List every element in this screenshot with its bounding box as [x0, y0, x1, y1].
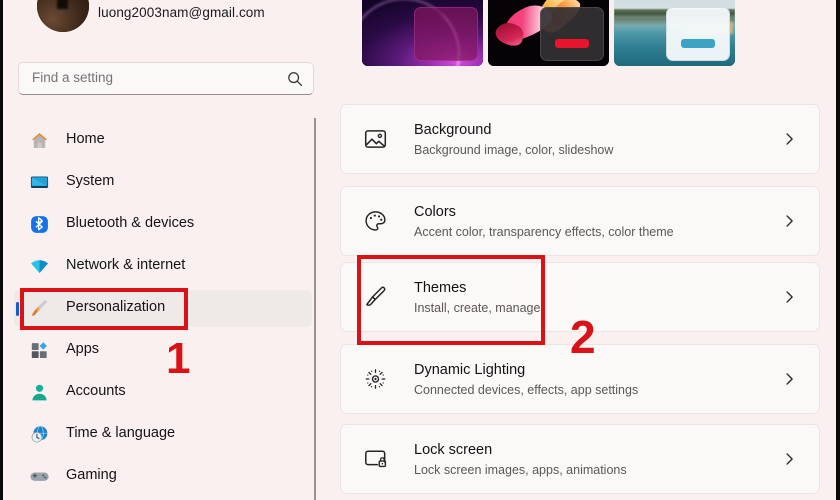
avatar[interactable]: [37, 0, 89, 32]
sidebar-item-label: Network & internet: [66, 257, 186, 273]
sidebar-item-label: Bluetooth & devices: [66, 215, 195, 231]
settings-row-title: Lock screen: [414, 442, 493, 458]
sidebar-item-personalization[interactable]: Personalization: [14, 290, 312, 327]
person-icon: [32, 384, 47, 401]
sidebar-item-bluetooth-devices[interactable]: Bluetooth & devices: [14, 206, 312, 243]
settings-row-subtitle: Accent color, transparency effects, colo…: [414, 225, 674, 239]
settings-row-subtitle: Lock screen images, apps, animations: [414, 463, 627, 477]
settings-row-lock-screen[interactable]: Lock screen Lock screen images, apps, an…: [340, 424, 820, 494]
sidebar-item-time-language[interactable]: Time & language: [14, 416, 312, 453]
paintbrush-icon: [31, 300, 47, 316]
sidebar: luong2003nam@gmail.com Home: [3, 0, 330, 500]
chevron-right-icon[interactable]: [782, 214, 797, 229]
sidebar-item-label: Time & language: [66, 425, 176, 441]
chevron-right-icon[interactable]: [782, 132, 797, 147]
dynamic-lighting-icon: [365, 369, 386, 389]
sidebar-item-system[interactable]: System: [14, 164, 312, 201]
sidebar-item-label: Gaming: [66, 467, 117, 483]
settings-row-background[interactable]: Background Background image, color, slid…: [340, 104, 820, 174]
settings-row-title: Background: [414, 122, 492, 138]
sidebar-item-gaming[interactable]: Gaming: [14, 458, 312, 495]
sidebar-item-apps[interactable]: Apps: [14, 332, 312, 369]
gamepad-icon: [30, 472, 49, 481]
sidebar-item-network-internet[interactable]: Network & internet: [14, 248, 312, 285]
theme-accent-swatch: [681, 39, 715, 48]
wifi-icon: [31, 260, 48, 273]
chevron-right-icon[interactable]: [782, 290, 797, 305]
monitor-icon: [30, 176, 49, 189]
chevron-right-icon[interactable]: [782, 452, 797, 467]
palette-icon: [365, 211, 386, 231]
picture-icon: [364, 130, 387, 148]
settings-row-subtitle: Connected devices, effects, app settings: [414, 383, 639, 397]
paintbrush-icon: [366, 286, 386, 306]
sidebar-item-label: System: [66, 173, 115, 189]
settings-row-themes[interactable]: Themes Install, create, manage: [340, 262, 820, 332]
selection-indicator: [16, 302, 19, 316]
theme-thumbnail-light-lake[interactable]: [614, 0, 735, 66]
clock-globe-icon: [31, 425, 48, 443]
chevron-right-icon[interactable]: [782, 372, 797, 387]
sidebar-scrollbar[interactable]: [314, 118, 316, 500]
settings-window: luong2003nam@gmail.com Home: [0, 0, 840, 500]
theme-preview-strip: [340, 0, 830, 84]
main-content: Background Background image, color, slid…: [330, 0, 836, 500]
account-email: luong2003nam@gmail.com: [98, 5, 265, 20]
search-input[interactable]: [32, 70, 272, 85]
sidebar-item-home[interactable]: Home: [14, 122, 312, 159]
sidebar-item-label: Home: [66, 131, 105, 147]
settings-row-colors[interactable]: Colors Accent color, transparency effect…: [340, 186, 820, 256]
settings-row-title: Colors: [414, 204, 456, 220]
theme-thumbnail-dark-flower[interactable]: [488, 0, 609, 66]
theme-window-preview: [414, 7, 478, 61]
theme-accent-swatch: [555, 39, 589, 48]
search-icon[interactable]: [286, 70, 304, 88]
bluetooth-icon: [31, 216, 48, 233]
theme-window-preview: [540, 7, 604, 61]
settings-row-subtitle: Install, create, manage: [414, 301, 541, 315]
theme-thumbnail-purple-glow[interactable]: [362, 0, 483, 66]
sidebar-item-label: Accounts: [66, 383, 126, 399]
lock-screen-icon: [365, 450, 387, 468]
settings-row-title: Dynamic Lighting: [414, 362, 526, 378]
sidebar-item-label: Personalization: [66, 299, 166, 315]
apps-grid-icon: [31, 342, 47, 359]
settings-row-subtitle: Background image, color, slideshow: [414, 143, 614, 157]
account-row[interactable]: luong2003nam@gmail.com: [3, 0, 330, 50]
search-box[interactable]: [18, 62, 314, 95]
sidebar-item-label: Apps: [66, 341, 100, 357]
avatar-photo-detail: [56, 0, 69, 9]
theme-window-preview: [666, 7, 730, 61]
settings-row-dynamic-lighting[interactable]: Dynamic Lighting Connected devices, effe…: [340, 344, 820, 414]
sidebar-item-accounts[interactable]: Accounts: [14, 374, 312, 411]
home-icon: [31, 133, 48, 148]
settings-row-title: Themes: [414, 280, 467, 296]
